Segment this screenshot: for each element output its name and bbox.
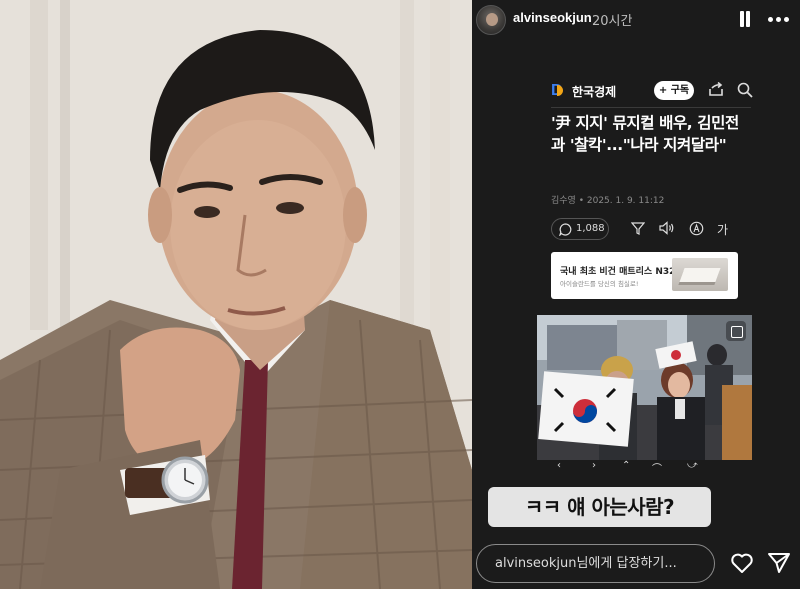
pause-icon[interactable] (738, 11, 752, 27)
news-logo-icon: D (551, 82, 567, 99)
comment-count: 1,088 (576, 223, 605, 234)
subscribe-button[interactable]: + 구독 (654, 81, 694, 100)
font-size-button[interactable]: 가 (717, 221, 728, 238)
search-icon[interactable] (737, 82, 753, 98)
news-screenshot: D 한국경제 + 구독 '尹 지지' 뮤지컬 배우, 김민전과 '찰칵'..."… (537, 70, 753, 490)
avatar[interactable] (476, 5, 506, 35)
news-brand: 한국경제 (572, 85, 617, 99)
speaker-icon[interactable] (659, 221, 675, 235)
prev-icon[interactable]: ‹ (557, 460, 561, 471)
news-headline: '尹 지지' 뮤지컬 배우, 김민전과 '찰칵'..."나라 지켜달라" (551, 114, 739, 154)
story-caption-sticker: ㅋㅋ 얘 아는사람? (488, 487, 711, 527)
ad-title: 국내 최초 비건 매트리스 N32 (560, 267, 676, 277)
comment-icon (559, 223, 572, 236)
article-toolbar: 1,088 가 (551, 218, 751, 242)
heart-icon[interactable] (730, 552, 754, 574)
news-topbar: D 한국경제 + 구독 (551, 80, 753, 102)
ad-subtitle: 아이슬란드를 당신의 침실로! (560, 280, 639, 288)
photo-nav-strip: ‹ › ⌃ ⌒ ⤻ (537, 460, 752, 475)
portrait-photo (0, 0, 472, 589)
comment-count-button[interactable]: 1,088 (551, 218, 609, 240)
article-photo[interactable] (537, 315, 752, 460)
more-icon[interactable] (768, 12, 792, 26)
redo-icon[interactable]: ⤻ (687, 460, 698, 471)
up-icon[interactable]: ⌃ (622, 460, 630, 471)
expand-icon[interactable] (726, 321, 746, 341)
share-icon[interactable] (707, 82, 725, 98)
reply-input[interactable]: alvinseokjun님에게 답장하기... (476, 544, 715, 583)
reply-username: alvinseokjun (495, 556, 577, 571)
portrait-illustration (0, 0, 472, 589)
next-icon[interactable]: › (592, 460, 596, 471)
reply-placeholder: 님에게 답장하기... (576, 556, 677, 571)
translate-icon[interactable] (689, 221, 704, 236)
news-byline: 김수영 • 2025. 1. 9. 11:12 (551, 196, 665, 206)
news-divider (551, 107, 751, 108)
ad-banner[interactable]: 국내 최초 비건 매트리스 N32 아이슬란드를 당신의 침실로! (551, 252, 738, 299)
story-timestamp: 20시간 (592, 14, 633, 29)
send-icon[interactable] (767, 552, 791, 574)
ad-mattress-image (672, 258, 728, 291)
rally-photo (537, 315, 752, 460)
story-username[interactable]: alvinseokjun (513, 10, 592, 25)
filter-icon[interactable] (631, 221, 645, 235)
arc-icon[interactable]: ⌒ (652, 460, 662, 475)
story-header: alvinseokjun 20시간 (472, 0, 800, 40)
